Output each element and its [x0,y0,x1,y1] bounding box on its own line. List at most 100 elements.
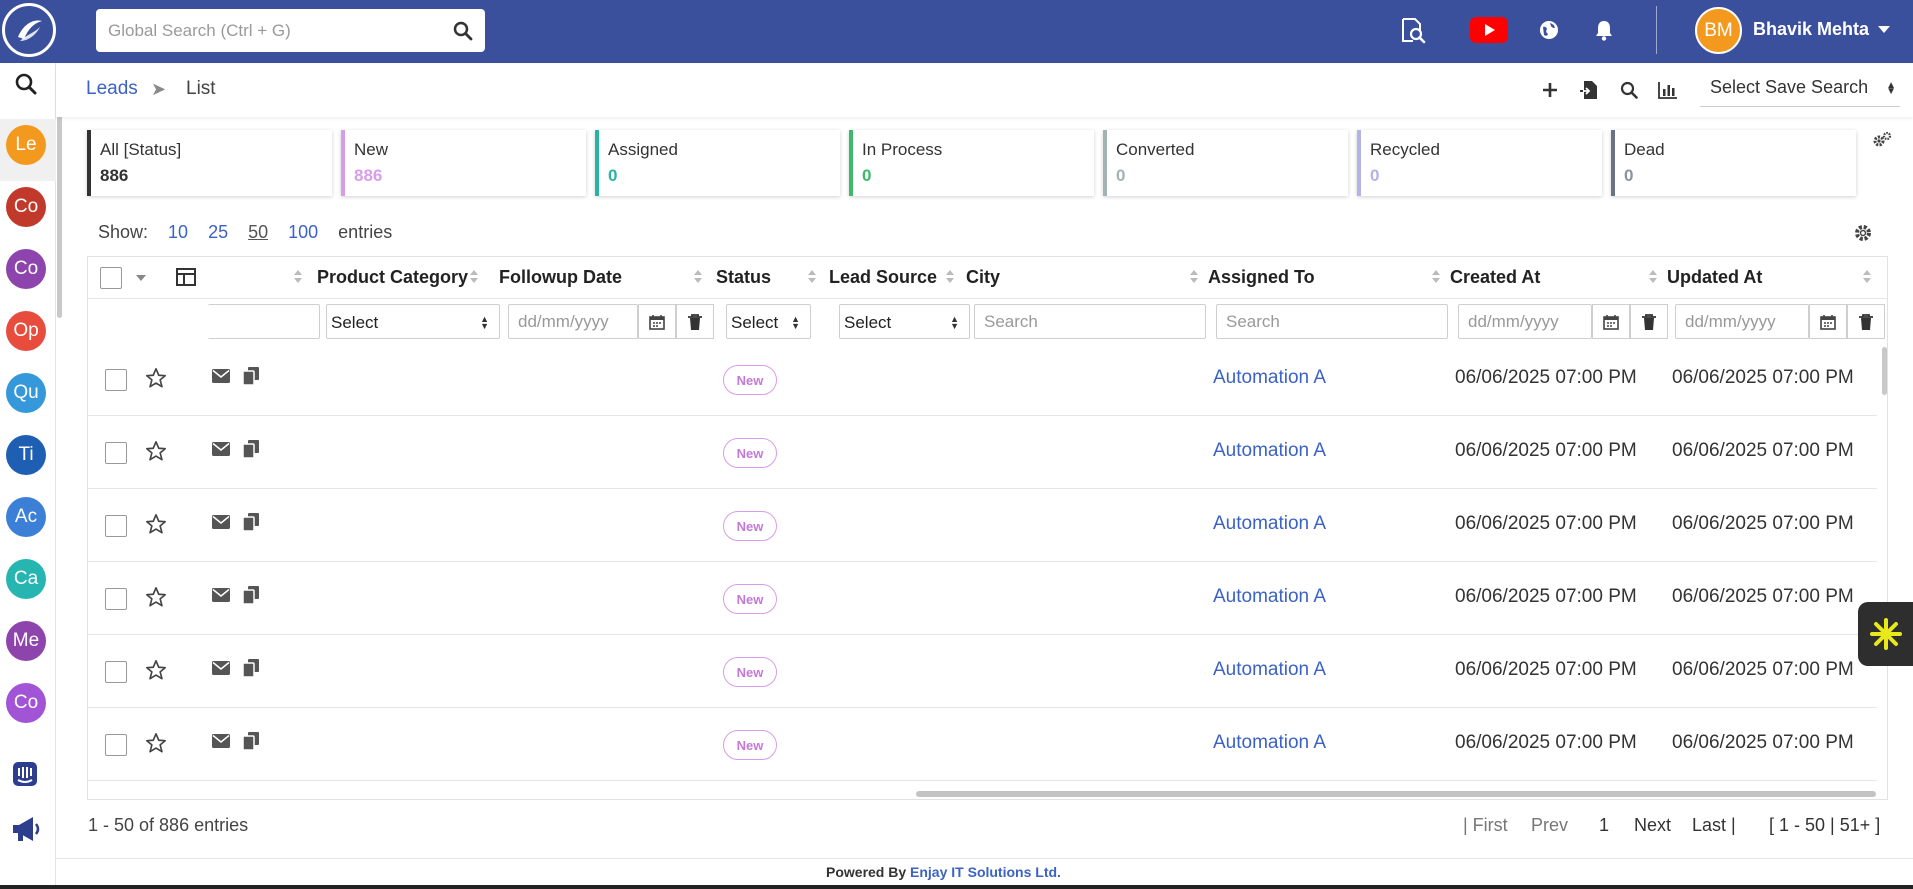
email-icon[interactable] [212,442,230,461]
row-checkbox[interactable] [105,515,127,537]
status-filter[interactable]: Select ▲ ▼ [726,304,811,339]
table-row[interactable]: New Automation A 06/06/2025 07:00 PM 06/06/… [88,635,1877,708]
assigned-to-link[interactable]: Automation A [1213,367,1326,389]
sidebar-intercom-icon[interactable] [12,761,38,792]
table-row[interactable]: New Automation A 06/06/2025 07:00 PM 06/06/… [88,708,1877,781]
youtube-icon[interactable] [1469,14,1509,46]
global-search-box[interactable] [96,9,485,52]
sort-icon[interactable] [1190,270,1198,283]
save-search-select[interactable]: Select Save Search ▲ ▼ [1700,71,1900,107]
bell-icon[interactable] [1588,14,1620,46]
search-records-icon[interactable] [1397,14,1429,46]
select-all-checkbox[interactable] [100,267,122,289]
column-header-city[interactable]: City [966,267,1000,288]
pager-range[interactable]: [ 1 - 50 | 51+ ] [1769,815,1880,836]
sidebar-search-icon[interactable] [14,72,38,101]
sidebar-module-2[interactable]: Co [6,249,46,289]
row-checkbox[interactable] [105,661,127,683]
created-clear-icon[interactable] [1630,304,1668,339]
copy-icon[interactable] [242,586,259,609]
search-icon[interactable] [453,21,473,41]
report-chart-icon[interactable] [1656,78,1680,102]
globe-icon[interactable] [1533,14,1565,46]
assigned-to-link[interactable]: Automation A [1213,586,1326,608]
sidebar-module-4[interactable]: Qu [6,373,46,413]
updated-clear-icon[interactable] [1847,304,1885,339]
sidebar-module-9[interactable]: Co [6,683,46,723]
user-avatar[interactable]: BM [1695,7,1742,54]
row-checkbox[interactable] [105,734,127,756]
sort-icon[interactable] [470,270,478,283]
hidden-column-filter[interactable] [208,304,320,339]
status-card[interactable]: Dead 0 [1611,130,1856,196]
email-icon[interactable] [212,661,230,680]
sort-icon[interactable] [808,270,816,283]
pager-next[interactable]: Next [1634,815,1671,836]
column-header-updated-at[interactable]: Updated At [1667,267,1762,288]
assistant-widget-icon[interactable] [1858,602,1913,666]
column-header-product-category[interactable]: Product Category [317,267,468,288]
copy-icon[interactable] [242,440,259,463]
column-header-followup-date[interactable]: Followup Date [499,267,622,288]
pager-first[interactable]: | First [1463,815,1508,836]
add-icon[interactable] [1538,78,1562,102]
email-icon[interactable] [212,515,230,534]
column-chooser-icon[interactable] [176,268,196,291]
user-menu-caret-icon[interactable] [1878,26,1890,33]
copy-icon[interactable] [242,659,259,682]
status-card[interactable]: Assigned 0 [595,130,840,196]
filter-search-icon[interactable] [1617,78,1641,102]
sidebar-module-5[interactable]: Ti [6,435,46,475]
status-card[interactable]: Converted 0 [1103,130,1348,196]
sort-icon[interactable] [946,270,954,283]
powered-by-company-link[interactable]: Enjay IT Solutions Ltd. [910,864,1061,880]
assigned-to-link[interactable]: Automation A [1213,732,1326,754]
lead-source-filter[interactable]: Select ▲ ▼ [839,304,970,339]
user-name[interactable]: Bhavik Mehta [1753,19,1869,40]
row-checkbox[interactable] [105,588,127,610]
product-category-filter[interactable]: Select ▲ ▼ [326,304,500,339]
status-card[interactable]: All [Status] 886 [87,130,332,196]
email-icon[interactable] [212,734,230,753]
status-card[interactable]: New 886 [341,130,586,196]
status-cards-settings-icon[interactable] [1872,131,1892,154]
copy-icon[interactable] [242,513,259,536]
sidebar-module-6[interactable]: Ac [6,497,46,537]
page-size-option[interactable]: 10 [168,222,188,243]
created-calendar-icon[interactable] [1592,304,1630,339]
sort-icon[interactable] [1649,270,1657,283]
column-header-lead-source[interactable]: Lead Source [829,267,937,288]
sidebar-module-8[interactable]: Me [6,621,46,661]
copy-icon[interactable] [242,367,259,390]
star-icon[interactable] [145,440,167,467]
pager-last[interactable]: Last | [1692,815,1736,836]
copy-icon[interactable] [242,732,259,755]
assigned-to-filter[interactable] [1216,304,1448,339]
table-row[interactable]: New Automation A 06/06/2025 07:00 PM 06/06/… [88,562,1877,635]
sidebar-module-3[interactable]: Op [6,311,46,351]
row-checkbox[interactable] [105,442,127,464]
star-icon[interactable] [145,586,167,613]
followup-calendar-icon[interactable] [638,304,676,339]
pager-current-page[interactable]: 1 [1599,815,1609,836]
page-size-option[interactable]: 25 [208,222,228,243]
assigned-to-link[interactable]: Automation A [1213,659,1326,681]
sort-icon[interactable] [694,270,702,283]
sort-icon[interactable] [294,270,302,283]
email-icon[interactable] [212,588,230,607]
import-icon[interactable] [1577,78,1601,102]
announcement-megaphone-icon[interactable] [10,815,42,848]
app-logo[interactable] [2,3,56,57]
page-size-option[interactable]: 100 [288,222,318,243]
assigned-to-link[interactable]: Automation A [1213,440,1326,462]
table-horizontal-scrollbar[interactable] [916,791,1876,797]
sidebar-module-1[interactable]: Co [6,187,46,227]
followup-date-filter[interactable] [508,304,638,339]
updated-calendar-icon[interactable] [1809,304,1847,339]
table-vertical-scrollbar[interactable] [1882,347,1887,395]
row-checkbox[interactable] [105,369,127,391]
table-settings-icon[interactable] [1853,223,1873,248]
email-icon[interactable] [212,369,230,388]
column-header-status[interactable]: Status [716,267,771,288]
pager-prev[interactable]: Prev [1531,815,1568,836]
